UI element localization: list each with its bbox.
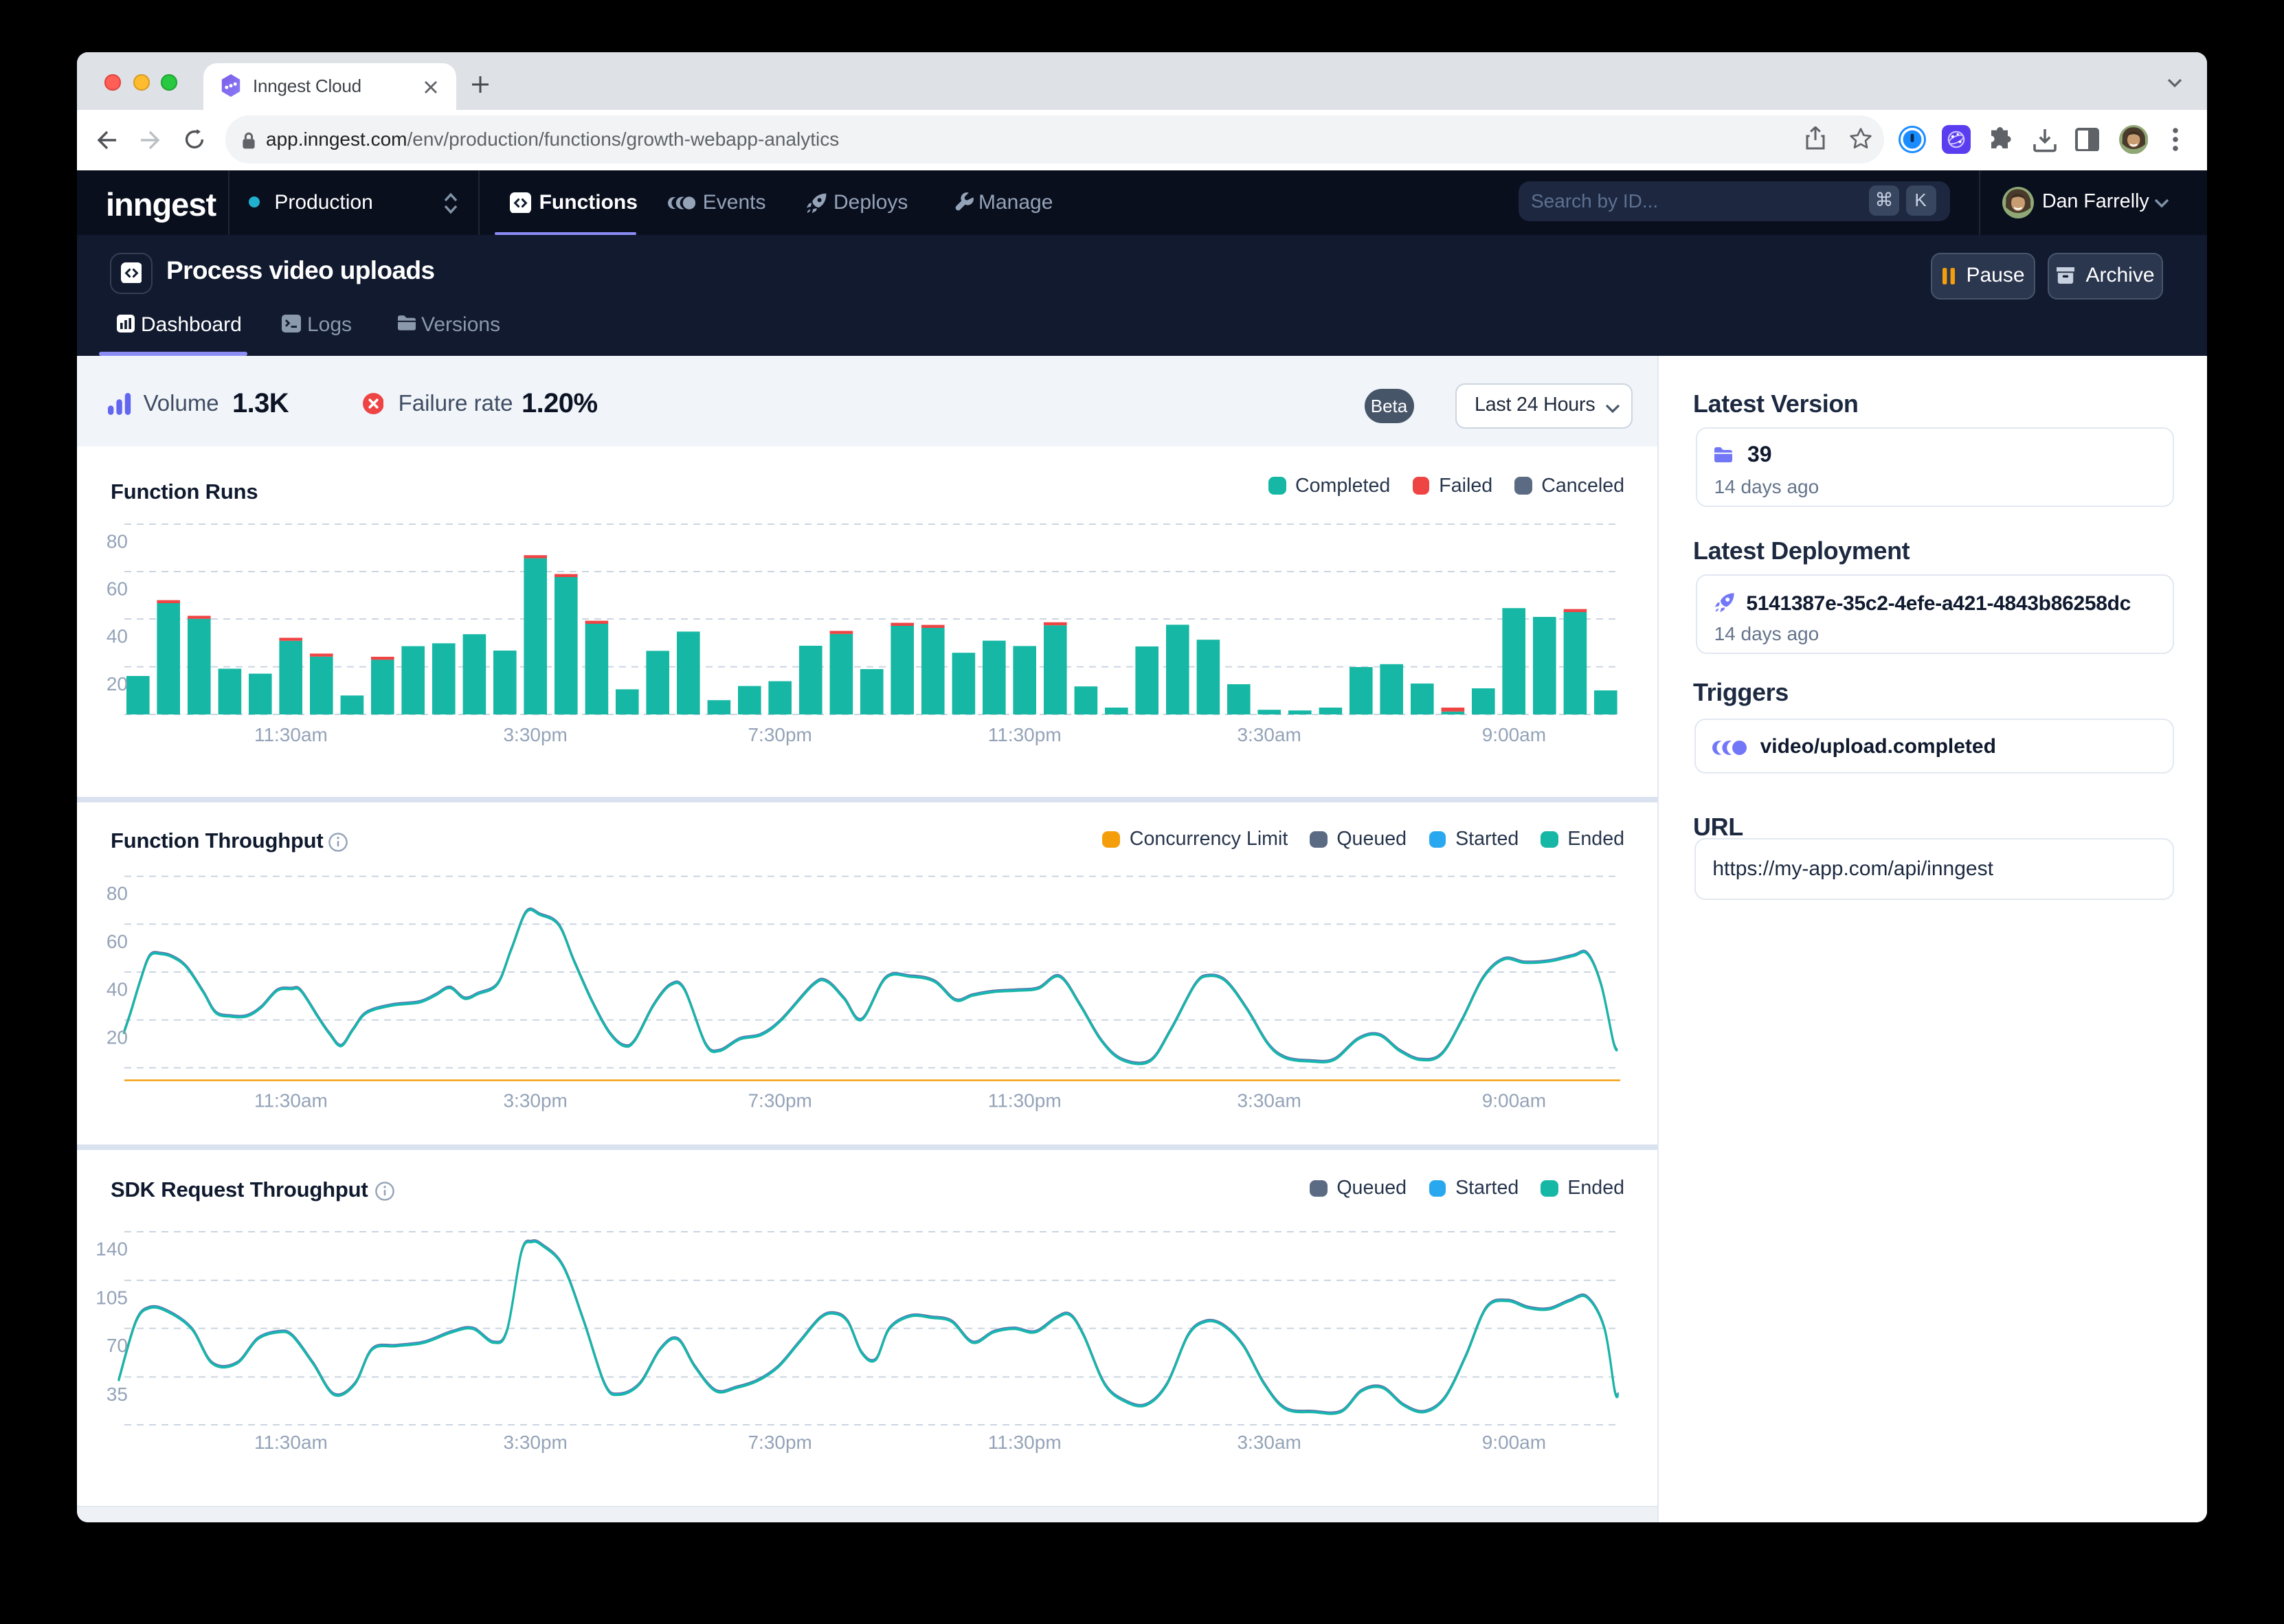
svg-text:11:30am: 11:30am xyxy=(254,1431,328,1452)
svg-text:140: 140 xyxy=(96,1238,128,1259)
svg-text:20: 20 xyxy=(107,1026,128,1047)
svg-text:7:30pm: 7:30pm xyxy=(748,1431,811,1452)
svg-text:3:30am: 3:30am xyxy=(1237,724,1301,745)
svg-text:60: 60 xyxy=(107,930,128,951)
svg-text:7:30pm: 7:30pm xyxy=(748,724,811,745)
svg-text:11:30am: 11:30am xyxy=(254,724,328,745)
svg-text:9:00am: 9:00am xyxy=(1482,1431,1546,1452)
svg-text:20: 20 xyxy=(107,673,128,695)
svg-text:11:30pm: 11:30pm xyxy=(988,1089,1062,1110)
svg-text:11:30pm: 11:30pm xyxy=(988,1431,1062,1452)
svg-text:80: 80 xyxy=(107,882,128,903)
svg-text:11:30am: 11:30am xyxy=(254,1089,328,1110)
svg-text:3:30am: 3:30am xyxy=(1237,1089,1301,1110)
svg-text:105: 105 xyxy=(96,1286,128,1307)
svg-text:60: 60 xyxy=(107,578,128,600)
svg-text:11:30pm: 11:30pm xyxy=(988,724,1062,745)
svg-text:80: 80 xyxy=(107,531,128,552)
svg-text:40: 40 xyxy=(107,978,128,1000)
svg-text:40: 40 xyxy=(107,626,128,647)
svg-text:7:30pm: 7:30pm xyxy=(748,1089,811,1110)
svg-text:3:30pm: 3:30pm xyxy=(503,724,567,745)
svg-text:70: 70 xyxy=(107,1334,128,1355)
svg-text:3:30pm: 3:30pm xyxy=(503,1089,567,1110)
svg-text:9:00am: 9:00am xyxy=(1482,724,1546,745)
svg-text:3:30am: 3:30am xyxy=(1237,1431,1301,1452)
svg-text:9:00am: 9:00am xyxy=(1482,1089,1546,1110)
svg-text:35: 35 xyxy=(107,1383,128,1404)
svg-text:3:30pm: 3:30pm xyxy=(503,1431,567,1452)
